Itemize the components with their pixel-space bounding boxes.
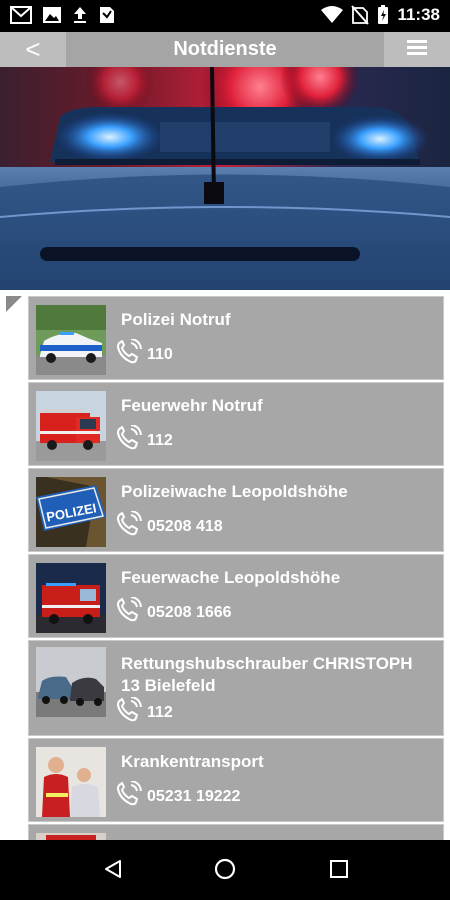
phone-row[interactable]: 110 (115, 338, 173, 370)
list-corner-marker (6, 296, 22, 312)
entry-name: Feuerwache Leopoldshöhe (121, 568, 341, 587)
back-label: < (25, 34, 41, 64)
phone-number: 05208 418 (147, 517, 223, 535)
phone-icon (115, 338, 143, 370)
phone-number: 112 (147, 431, 173, 449)
list-item[interactable]: Polizei Notruf 110 (28, 296, 444, 380)
police-car-thumbnail (36, 305, 106, 375)
hero-image (0, 67, 450, 290)
app-bar: < Notdienste (0, 32, 450, 67)
phone-icon (115, 510, 143, 542)
home-nav-icon[interactable] (214, 858, 236, 885)
phone-number: 05208 1666 (147, 603, 232, 621)
phone-number: 112 (147, 703, 173, 721)
menu-button[interactable] (384, 32, 450, 67)
list-item[interactable] (28, 824, 444, 840)
phone-number: 05231 19222 (147, 787, 241, 805)
list-item[interactable]: Feuerwehr Notruf 112 (28, 382, 444, 466)
list-item[interactable]: POLIZEI Polizeiwache Leopoldshöhe 05208 … (28, 468, 444, 552)
phone-row[interactable]: 05208 1666 (115, 596, 232, 628)
gmail-icon (10, 6, 32, 24)
phone-icon (115, 424, 143, 456)
fire-truck-thumbnail (36, 391, 106, 461)
entry-name: Rettungshubschrauber CHRISTOPH 13 Bielef… (121, 654, 413, 695)
clock: 11:38 (397, 5, 440, 24)
phone-row[interactable]: 112 (115, 696, 173, 728)
car-accident-thumbnail (36, 647, 106, 717)
emergency-list[interactable]: Polizei Notruf 110 Feuerwehr Notruf 112 … (0, 290, 450, 840)
download-app-icon (98, 6, 116, 24)
paramedics-thumbnail (36, 747, 106, 817)
status-bar: 11:38 (0, 0, 450, 32)
entry-name: Feuerwehr Notruf (121, 396, 263, 415)
back-button[interactable]: < (0, 32, 66, 67)
recents-nav-icon[interactable] (328, 858, 350, 885)
phone-row[interactable]: 112 (115, 424, 173, 456)
fire-truck-night-thumbnail (36, 563, 106, 633)
phone-row[interactable]: 05208 418 (115, 510, 223, 542)
list-item[interactable]: Krankentransport 05231 19222 (28, 738, 444, 822)
no-sim-icon (351, 5, 370, 25)
phone-icon (115, 780, 143, 812)
back-nav-icon[interactable] (102, 858, 124, 885)
phone-icon (115, 596, 143, 628)
battery-icon (377, 5, 389, 25)
thumbnail (36, 833, 106, 840)
page-title: Notdienste (173, 38, 277, 60)
list-item[interactable]: Rettungshubschrauber CHRISTOPH 13 Bielef… (28, 640, 444, 736)
phone-row[interactable]: 05231 19222 (115, 780, 241, 812)
entry-name: Polizeiwache Leopoldshöhe (121, 482, 348, 501)
hamburger-icon (407, 39, 427, 60)
system-nav-bar (0, 840, 450, 900)
image-icon (42, 6, 62, 24)
entry-name: Polizei Notruf (121, 310, 231, 329)
upload-icon (72, 6, 88, 24)
phone-icon (115, 696, 143, 728)
entry-name: Krankentransport (121, 752, 264, 771)
polizei-sign-thumbnail: POLIZEI (36, 477, 106, 547)
wifi-icon (321, 6, 344, 24)
list-item[interactable]: Feuerwache Leopoldshöhe 05208 1666 (28, 554, 444, 638)
phone-number: 110 (147, 345, 173, 363)
